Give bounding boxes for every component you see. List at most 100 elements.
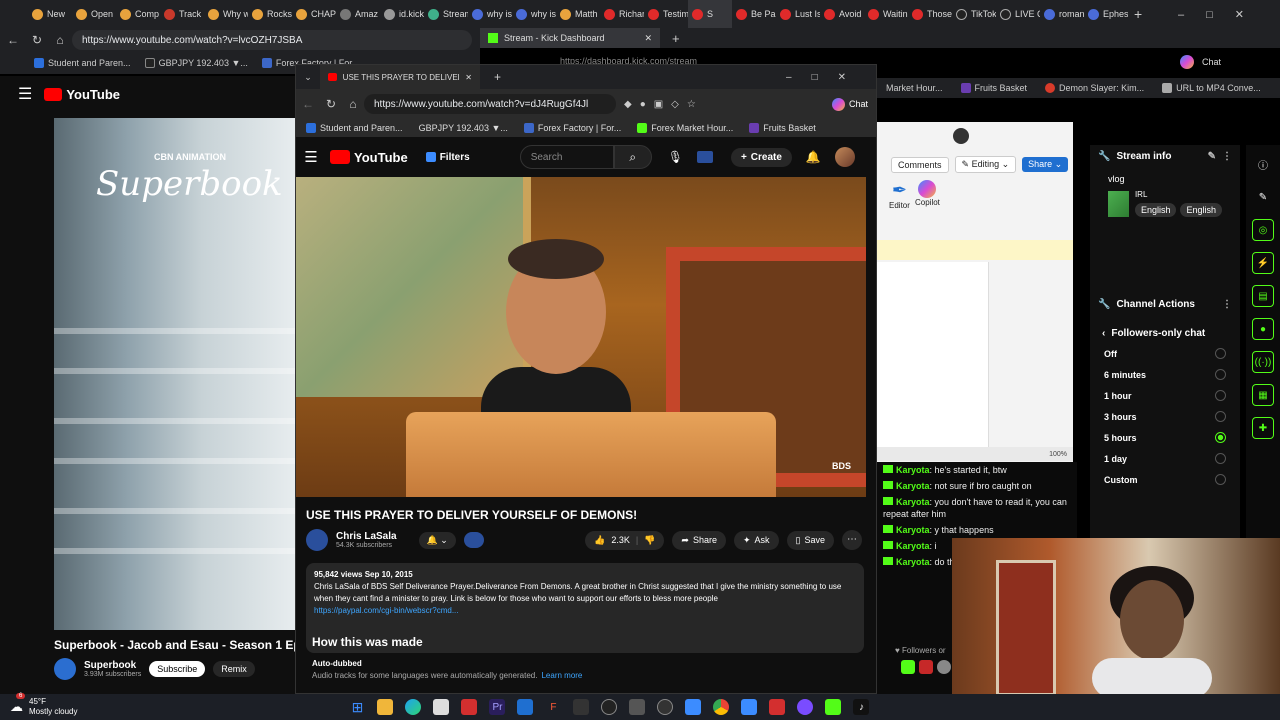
edit-icon[interactable]: ✎	[1208, 151, 1216, 162]
left-channel-name[interactable]: Superbook	[84, 660, 141, 671]
description-link[interactable]: https://paypal.com/cgi-bin/webscr?cmd...	[314, 605, 856, 617]
chat-username[interactable]: Karyota	[896, 465, 930, 475]
browser-tab[interactable]: TikTok	[952, 0, 996, 28]
chrome-icon[interactable]	[713, 699, 730, 715]
target-icon[interactable]: ◎	[1252, 219, 1274, 241]
main-video-player[interactable]: BDS	[296, 177, 866, 497]
followers-option[interactable]: 3 hours	[1090, 406, 1240, 427]
chat-username[interactable]: Karyota	[896, 497, 930, 507]
browser-tab[interactable]: Amaz	[336, 0, 380, 28]
chat-username[interactable]: Karyota	[896, 525, 930, 535]
chat-username[interactable]: Karyota	[896, 557, 930, 567]
editor-button[interactable]: ✒ Editor	[889, 180, 910, 210]
grid-icon[interactable]: ▦	[1252, 384, 1274, 406]
bookmark-demon-slayer[interactable]: Demon Slayer: Kim...	[1045, 83, 1144, 93]
radio-icon[interactable]	[1215, 411, 1226, 422]
popup-copilot-button[interactable]: Chat	[831, 97, 868, 111]
notifications-bell-icon[interactable]: 🔔	[806, 150, 821, 164]
bookmark-student[interactable]: Student and Paren...	[306, 123, 403, 133]
followers-only-header[interactable]: ‹ Followers-only chat	[1090, 316, 1240, 343]
browser-tab[interactable]: Track	[160, 0, 204, 28]
browser-tab[interactable]: Testim	[644, 0, 688, 28]
channel-avatar[interactable]	[54, 658, 76, 680]
browser-tab[interactable]: id.kick	[380, 0, 424, 28]
create-button[interactable]: + Create	[730, 147, 792, 167]
photos-icon[interactable]	[685, 699, 702, 715]
bookmark-market-hours[interactable]: Market Hour...	[886, 83, 943, 93]
popup-active-tab[interactable]: USE THIS PRAYER TO DELIVER YO ✕	[320, 65, 480, 89]
browser-tab[interactable]: Comp	[116, 0, 160, 28]
new-tab-icon[interactable]: +	[1134, 6, 1142, 22]
channel-name[interactable]: Chris LaSala	[336, 531, 397, 542]
weather-widget[interactable]: ☁ 6 45°F Mostly cloudy	[10, 693, 77, 717]
browser-tab[interactable]: Stream	[424, 0, 468, 28]
window-controls[interactable]: –□✕	[1178, 8, 1266, 21]
browser-tab[interactable]: why is	[512, 0, 556, 28]
extension-icons[interactable]: ◆●▣◇☆	[624, 99, 704, 110]
refresh-icon[interactable]: ↻	[26, 33, 48, 47]
new-tab-icon[interactable]: +	[494, 70, 501, 84]
back-icon[interactable]: ←	[296, 97, 320, 111]
bookmark-url-mp4[interactable]: URL to MP4 Conve...	[1162, 83, 1261, 93]
bookmark-forex-market[interactable]: Forex Market Hour...	[637, 123, 733, 133]
bookmark-gbpjpy[interactable]: GBPJPY 192.403 ▼...	[144, 58, 248, 68]
broadcast-icon[interactable]: ((·))	[1252, 351, 1274, 373]
browser-tab[interactable]: Those	[908, 0, 952, 28]
browser-tab[interactable]: Ephes	[1084, 0, 1128, 28]
emote-icon[interactable]	[919, 660, 933, 674]
menu-icon[interactable]: ☰	[18, 84, 32, 104]
security-icon[interactable]	[461, 699, 478, 715]
subscribe-button[interactable]: Subscribe	[149, 661, 206, 677]
remix-button[interactable]: Remix	[213, 661, 255, 677]
share-button[interactable]: Share ⌄	[1022, 157, 1069, 172]
refresh-icon[interactable]: ↻	[320, 97, 342, 111]
extension-button[interactable]	[463, 532, 484, 548]
browser-tab[interactable]: CHAP	[292, 0, 336, 28]
more-icon[interactable]: ⋮	[1222, 299, 1232, 310]
home-icon[interactable]: ⌂	[342, 97, 364, 111]
premiere-icon[interactable]: Pr	[489, 699, 506, 715]
browser-tab[interactable]: Avoid	[820, 0, 864, 28]
edge-icon[interactable]	[405, 699, 422, 715]
radio-icon[interactable]	[1215, 474, 1226, 485]
browser-tab[interactable]: why is	[468, 0, 512, 28]
top-address-bar[interactable]: https://www.youtube.com/watch?v=lvcOZH7J…	[72, 30, 472, 50]
app-icon[interactable]	[769, 699, 786, 715]
bookmark-forex-factory[interactable]: Forex Factory | For...	[523, 123, 621, 133]
tool-icon[interactable]: ✚	[1252, 417, 1274, 439]
more-icon[interactable]: ⋮	[1222, 151, 1232, 162]
kick-browser-tab[interactable]: Stream - Kick Dashboard ✕	[480, 28, 660, 48]
browser-tab[interactable]: roman	[1040, 0, 1084, 28]
popup-window-controls[interactable]: –□✕	[786, 72, 866, 83]
bookmark-gbpjpy[interactable]: GBPJPY 192.403 ▼...	[419, 123, 508, 133]
file-explorer-icon[interactable]	[377, 699, 394, 715]
radio-icon[interactable]	[1215, 453, 1226, 464]
chat-username[interactable]: Karyota	[896, 541, 930, 551]
account-avatar[interactable]	[834, 147, 855, 167]
browser-tab[interactable]: LIVE C	[996, 0, 1040, 28]
browser-tab[interactable]: Richar	[600, 0, 644, 28]
subscribed-bell-button[interactable]: 🔔 ⌄	[418, 531, 456, 549]
copilot-chat-button[interactable]: Chat	[1180, 55, 1221, 69]
followers-option[interactable]: 1 hour	[1090, 385, 1240, 406]
superbook-video-player[interactable]: CBN ANIMATION Superbook	[54, 118, 300, 630]
extension-icon[interactable]	[696, 151, 713, 163]
ask-button[interactable]: ✦ Ask	[733, 530, 779, 550]
document-page[interactable]	[877, 262, 989, 448]
capcut-icon[interactable]: F	[545, 699, 561, 715]
like-button[interactable]: 👍 2.3K | 👎	[585, 530, 665, 550]
radio-icon[interactable]	[1215, 369, 1226, 380]
radio-icon[interactable]	[1215, 348, 1226, 359]
browser-tab[interactable]: Waitin	[864, 0, 908, 28]
browser-tab-active[interactable]: S	[688, 0, 732, 28]
youtube-logo[interactable]: YouTube	[44, 87, 120, 102]
browser-tab[interactable]: Rocks	[248, 0, 292, 28]
app-icon[interactable]	[797, 699, 814, 715]
app-icon[interactable]	[741, 699, 758, 715]
channel-avatar[interactable]	[306, 529, 328, 551]
menu-icon[interactable]: ☰	[296, 148, 326, 166]
emote-icon[interactable]	[901, 660, 915, 674]
settings-icon[interactable]	[657, 699, 674, 715]
bookmark-fruits-basket[interactable]: Fruits Basket	[960, 83, 1027, 93]
tiktok-icon[interactable]: ♪	[853, 699, 870, 715]
